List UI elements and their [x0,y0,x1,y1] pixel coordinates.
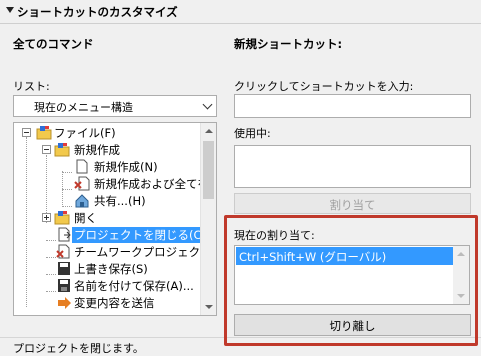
save-icon [58,262,70,275]
shortcut-input[interactable] [234,94,471,118]
tree-item-label: 共有...(H) [94,194,146,208]
current-assignment-row[interactable]: Ctrl+Shift+W (グローバル) [236,247,454,265]
status-text: プロジェクトを閉じます。 [13,342,144,355]
collapse-triangle-icon[interactable] [6,7,14,13]
collapse-toggle-icon[interactable] [42,145,51,154]
tree-item-label: 名前を付けて保存(A)... [74,279,194,293]
tree-item-label: 新規作成および全てを [94,177,209,191]
tree-item[interactable]: チームワークプロジェクトから [14,243,216,260]
save-as-icon [58,279,70,292]
detach-button[interactable]: 切り離し [234,314,471,336]
new-reset-icon [74,176,90,191]
tree-scrollbar[interactable] [200,123,216,315]
tree-item-label: 上書き保存(S) [74,262,148,276]
send-changes-icon [58,297,71,309]
share-icon [75,194,89,208]
click-to-enter-label: クリックしてショートカットを入力: [234,80,414,93]
new-document-icon [76,159,88,174]
list-select[interactable]: 現在のメニュー構造 [13,95,217,117]
expand-toggle-icon[interactable] [42,213,51,222]
scroll-thumb[interactable] [203,141,214,199]
assignment-scrollbar[interactable] [453,246,469,304]
tree-item-label: 新規作成 [74,143,120,157]
scroll-up-icon[interactable] [205,129,213,133]
current-assignment-list[interactable]: Ctrl+Shift+W (グローバル) [234,245,470,305]
tree-item-label: ファイル(F) [54,126,116,140]
tree-item[interactable]: ファイル(F) [14,124,202,141]
current-assignment-label: 現在の割り当て: [234,229,315,242]
folder-menu-icon [54,143,70,157]
tree-item-label: 開く [74,211,97,225]
list-select-value: 現在のメニュー構造 [34,101,133,114]
folder-menu-icon [54,211,70,225]
tree-item-label: チームワークプロジェクトから [74,245,216,259]
scroll-down-icon[interactable] [457,294,465,298]
section-header[interactable]: ショートカットのカスタマイズ [0,0,481,24]
tree-item[interactable]: 新規作成(N) [14,158,202,175]
scroll-up-icon[interactable] [457,252,465,256]
folder-menu-icon [36,126,52,140]
command-tree[interactable]: ファイル(F) 新規作成 新規作成(N) 新規作成および全てを 共有...(H) [13,122,217,316]
tree-item-label: プロジェクトを閉じる(C) [72,227,209,243]
in-use-field [234,145,471,188]
list-label: リスト: [13,80,50,93]
tree-item-label: 変更内容を送信 [74,296,155,310]
section-title: ショートカットのカスタマイズ [17,5,178,19]
tree-item-label: 新規作成(N) [94,160,158,174]
chevron-down-icon [202,99,213,110]
new-shortcut-heading: 新規ショートカット: [234,37,343,51]
assign-button[interactable]: 割り当て [234,193,471,214]
tree-item[interactable]: 上書き保存(S) [14,260,202,277]
close-project-icon [58,227,71,242]
tree-item-selected[interactable]: プロジェクトを閉じる(C) [14,226,209,243]
tree-item[interactable]: 新規作成および全てを [14,175,209,192]
tree-item[interactable]: 新規作成 [14,141,202,158]
tree-item[interactable]: 変更内容を送信 [14,294,202,311]
tree-item[interactable]: 名前を付けて保存(A)... [14,277,202,294]
tree-item[interactable]: 共有...(H) [14,192,202,209]
scroll-down-icon[interactable] [205,305,213,309]
in-use-label: 使用中: [234,127,271,140]
collapse-toggle-icon[interactable] [22,128,31,137]
tree-item[interactable]: 開く [14,209,202,226]
teamwork-icon [56,244,70,259]
all-commands-heading: 全てのコマンド [13,37,94,51]
